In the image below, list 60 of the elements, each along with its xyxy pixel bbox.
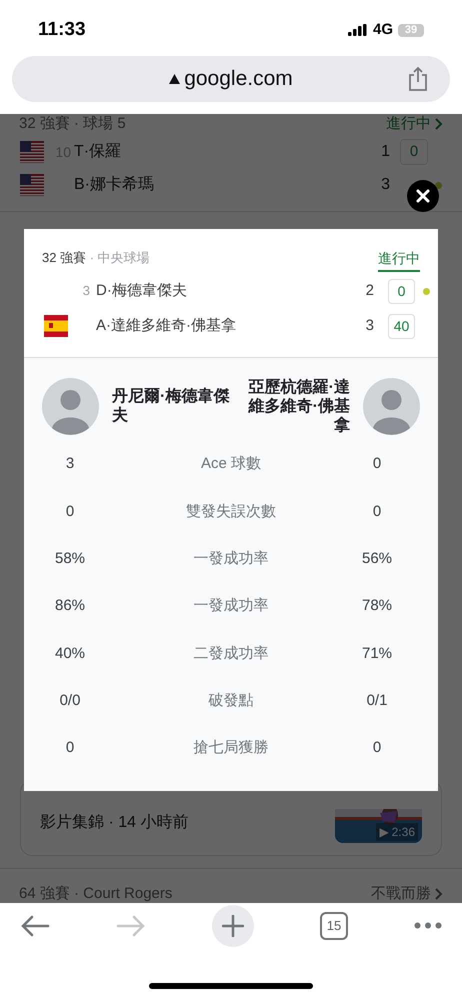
battery-icon: 39 (398, 24, 424, 36)
set-score: 3 (381, 175, 390, 195)
video-title: 影片集錦 · 14 小時前 (40, 812, 188, 833)
stat-value: 58% (54, 548, 86, 569)
plus-icon (222, 915, 244, 937)
stat-value: 3 (66, 454, 74, 474)
set-score: 2 (366, 280, 374, 301)
player-full-name: 丹尼爾·梅德韋傑夫 (112, 387, 230, 425)
warning-icon (169, 74, 180, 84)
stat-value: 0 (66, 738, 74, 758)
stat-value: 0/0 (60, 690, 80, 711)
avatar (363, 378, 420, 434)
player-name: B·娜卡希瑪 (74, 174, 154, 195)
stat-value: 0 (372, 454, 382, 474)
game-score: 0 (400, 139, 428, 165)
signal-icon (348, 24, 368, 36)
stat-value: 56% (362, 548, 392, 569)
player-name: D·梅德韋傑夫 (96, 280, 187, 301)
close-button[interactable] (407, 180, 439, 212)
stat-label: 一發成功率 (194, 548, 268, 569)
stat-value: 78% (362, 596, 392, 616)
match-status-link[interactable]: 不戰而勝 (371, 883, 443, 903)
stat-label: 破發點 (208, 690, 254, 711)
back-icon[interactable] (20, 915, 50, 937)
more-icon[interactable] (414, 922, 442, 929)
stat-value: 40% (54, 644, 86, 664)
stat-label: 雙發失誤次數 (186, 502, 276, 522)
player-name: A·達維多維奇·佛基拿 (96, 316, 236, 336)
seed-number: 3 (82, 282, 91, 300)
address-bar[interactable]: google.com (12, 56, 450, 102)
game-score: 40 (388, 314, 415, 338)
tabs-button[interactable]: 15 (320, 912, 348, 940)
close-icon (416, 189, 430, 203)
set-score: 3 (366, 316, 374, 336)
match-round-label: 64 強賽 · Court Rogers (19, 884, 172, 903)
network-label: 4G (372, 20, 393, 40)
match-round-label: 32 強賽 · 中央球場 (42, 249, 150, 267)
game-score: 0 (388, 278, 415, 304)
chevron-icon (435, 118, 443, 130)
stat-label: 一發成功率 (194, 596, 268, 616)
match-status-link[interactable]: 進行中 (378, 248, 420, 272)
player-name: T·保羅 (74, 142, 122, 162)
stat-label: 二發成功率 (194, 644, 268, 664)
stat-value: 71% (362, 644, 392, 664)
clock: 11:33 (38, 18, 86, 42)
stat-value: 0 (66, 502, 74, 522)
stat-value: 0 (372, 502, 382, 522)
avatar (42, 378, 99, 434)
stat-value: 0/1 (366, 690, 388, 711)
stat-label: Ace 球數 (200, 454, 261, 474)
set-score: 1 (381, 142, 390, 162)
stat-value: 86% (54, 596, 86, 616)
new-tab-button[interactable] (212, 905, 254, 947)
stat-label: 搶七局獲勝 (194, 738, 268, 758)
chevron-icon (435, 888, 443, 900)
url-text: google.com (184, 66, 293, 92)
stat-value: 0 (372, 738, 382, 758)
match-round-label: 32 強賽 · 球場 5 (19, 114, 126, 134)
share-icon[interactable] (408, 66, 428, 92)
player-full-name: 亞歷杭德羅·達維多維奇·佛基拿 (247, 378, 350, 434)
